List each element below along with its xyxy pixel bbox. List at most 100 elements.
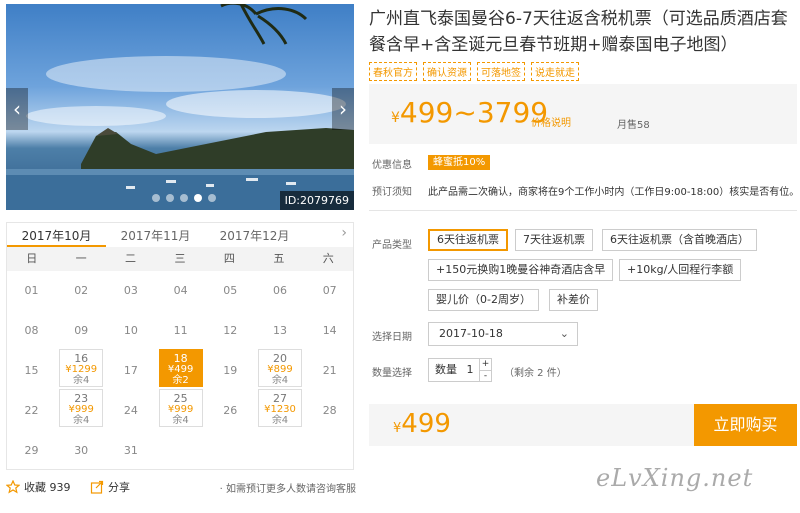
calendar-day: 29 — [7, 443, 56, 459]
option-7day-flight[interactable]: 7天往返机票 — [515, 229, 593, 251]
day-number: 18 — [173, 352, 188, 365]
product-photo: ‹ › ID:2079769 — [6, 4, 354, 210]
day-number: 10 — [123, 324, 138, 337]
type-label: 产品类型 — [372, 240, 412, 251]
calendar-day: 30 — [57, 443, 106, 459]
product-title: 广州直飞泰国曼谷6-7天往返含税机票（可选品质酒店套餐含早+含圣诞元旦春节班期+… — [369, 9, 788, 55]
day-number: 31 — [123, 444, 138, 457]
gallery-dot[interactable] — [208, 194, 216, 202]
day-number: 25 — [173, 392, 188, 405]
day-remaining: 余4 — [172, 415, 189, 426]
day-price: ¥899 — [267, 364, 293, 375]
tag-badge: 可落地签 — [477, 62, 525, 81]
day-number: 15 — [24, 364, 39, 377]
day-number: 16 — [74, 352, 89, 365]
calendar-day: 15 — [7, 363, 56, 379]
date-calendar: 2017年10月 2017年11月 2017年12月 › 日 一 二 三 四 五… — [6, 222, 354, 470]
day-number: 30 — [74, 444, 89, 457]
gallery-prev-button[interactable]: ‹ — [6, 88, 28, 130]
tab-month-oct[interactable]: 2017年10月 — [7, 223, 106, 247]
weekday-header: 日 一 二 三 四 五 六 — [7, 247, 353, 271]
price-note-link[interactable]: 价格说明 — [531, 114, 571, 129]
calendar-day: 26 — [206, 403, 255, 419]
day-remaining: 余4 — [73, 375, 90, 386]
qty-label: 数量选择 — [372, 368, 412, 379]
action-bar: 收藏 939 分享 · 如需预订更多人数请咨询客服 — [6, 478, 356, 496]
month-tabs: 2017年10月 2017年11月 2017年12月 › — [7, 223, 353, 247]
favorite-button[interactable]: 收藏 939 — [6, 479, 71, 495]
option-price-difference[interactable]: 补差价 — [549, 289, 598, 311]
calendar-day-priced[interactable]: 16 ¥1299 余4 — [59, 349, 104, 387]
calendar-day-priced[interactable]: 27 ¥1230 余4 — [258, 389, 302, 427]
day-number: 20 — [273, 352, 287, 365]
price-range: ¥499~3799 — [391, 96, 548, 129]
share-button[interactable]: 分享 — [90, 479, 130, 495]
tab-month-nov[interactable]: 2017年11月 — [106, 223, 205, 247]
image-id-label: ID:2079769 — [279, 191, 354, 210]
favorite-label: 收藏 939 — [24, 481, 71, 494]
monthly-sales: 月售58 — [617, 120, 650, 131]
day-number: 05 — [223, 284, 238, 297]
day-number: 22 — [24, 404, 39, 417]
option-hotel-upgrade[interactable]: +150元换购1晚曼谷神奇酒店含早 — [428, 259, 614, 281]
gallery-dot[interactable] — [166, 194, 174, 202]
next-month-button[interactable]: › — [341, 225, 347, 241]
calendar-day: 03 — [106, 283, 155, 299]
calendar-day-priced[interactable]: 18 ¥499 余2 — [158, 349, 203, 387]
total-price-value: 499 — [401, 409, 451, 439]
day-number: 04 — [173, 284, 188, 297]
calendar-day: 21 — [305, 363, 354, 379]
product-tags: 春秋官方 确认资源 可落地签 说走就走 — [369, 62, 579, 81]
day-remaining: 余2 — [172, 375, 189, 386]
weekday-label: 一 — [75, 252, 87, 265]
day-price: ¥1299 — [65, 364, 98, 375]
day-number: 02 — [74, 284, 89, 297]
option-6day-flight[interactable]: 6天往返机票 — [428, 229, 508, 251]
day-price: ¥999 — [167, 404, 194, 415]
option-baggage[interactable]: +10kg/人回程行李额 — [619, 259, 742, 281]
tag-badge: 说走就走 — [531, 62, 579, 81]
day-number: 21 — [322, 364, 337, 377]
calendar-day: 07 — [305, 283, 354, 299]
day-number: 11 — [173, 324, 188, 337]
discount-label: 优惠信息 — [372, 160, 412, 171]
gallery-dot[interactable] — [152, 194, 160, 202]
day-number: 13 — [273, 324, 287, 337]
option-infant[interactable]: 婴儿价（0-2周岁） — [428, 289, 539, 311]
buy-now-button[interactable]: 立即购买 — [694, 404, 797, 446]
calendar-day: 06 — [256, 283, 305, 299]
calendar-day: 12 — [206, 323, 255, 339]
qty-decrease-button[interactable]: - — [480, 370, 491, 381]
day-number: 26 — [223, 404, 238, 417]
calendar-day-priced[interactable]: 20 ¥899 余4 — [258, 349, 302, 387]
share-label: 分享 — [108, 481, 130, 494]
gallery-next-button[interactable]: › — [332, 88, 354, 130]
tab-month-dec[interactable]: 2017年12月 — [205, 223, 304, 247]
gallery-dot[interactable] — [180, 194, 188, 202]
beach-scene-image — [6, 4, 354, 210]
option-6day-flight-hotel[interactable]: 6天往返机票（含首晚酒店） — [602, 229, 757, 251]
qty-increase-button[interactable]: + — [480, 359, 491, 370]
weekday-label: 三 — [174, 252, 186, 265]
calendar-day: 04 — [156, 283, 205, 299]
price-range-value: 499~3799 — [399, 96, 549, 129]
calendar-day: 17 — [106, 363, 155, 379]
tag-badge: 春秋官方 — [369, 62, 417, 81]
discount-value: 蜂蜜抵10% — [428, 153, 491, 170]
day-remaining: 余4 — [73, 415, 90, 426]
calendar-day-priced[interactable]: 25 ¥999 余4 — [158, 389, 203, 427]
day-number: 29 — [24, 444, 39, 457]
day-number: 01 — [24, 284, 39, 297]
gallery-dots — [152, 194, 216, 202]
qty-value[interactable]: 1 — [467, 363, 474, 376]
stock-remaining: （剩余 2 件） — [504, 368, 567, 379]
calendar-day: 24 — [106, 403, 155, 419]
date-value: 2017-10-18 — [439, 327, 503, 340]
calendar-day: 31 — [106, 443, 155, 459]
day-price: ¥1230 — [264, 404, 296, 415]
date-select[interactable]: 2017-10-18 ⌄ — [428, 322, 578, 346]
day-number: 17 — [123, 364, 138, 377]
calendar-day-priced[interactable]: 23 ¥999 余4 — [59, 389, 104, 427]
gallery-dot[interactable] — [194, 194, 202, 202]
calendar-day: 02 — [57, 283, 106, 299]
